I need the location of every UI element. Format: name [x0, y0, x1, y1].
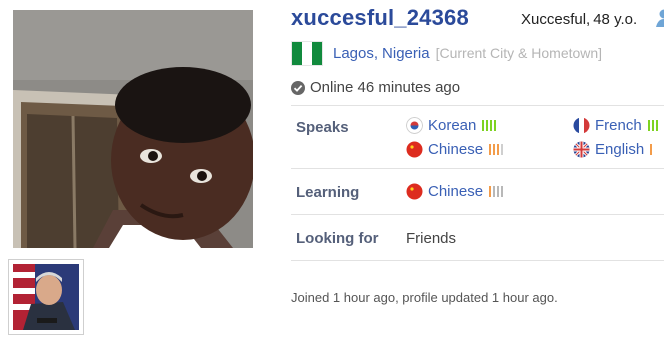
joined-text: Joined 1 hour ago, profile updated 1 hou…: [291, 290, 558, 305]
level-beginner-icon: [489, 186, 505, 197]
country-link[interactable]: Nigeria: [382, 45, 430, 62]
photo-thumbnail[interactable]: [8, 259, 84, 335]
language-item[interactable]: Chinese: [406, 183, 505, 200]
korea-flag-icon: [406, 117, 423, 134]
uk-flag-icon: [573, 141, 590, 158]
level-native-icon: [647, 120, 660, 131]
learning-label: Learning: [296, 184, 360, 201]
person-icon[interactable]: [655, 9, 664, 27]
speaks-label: Speaks: [296, 119, 349, 136]
profile-photo[interactable]: [13, 10, 253, 248]
speaks-row: Speaks Korean French Chinese English: [291, 105, 664, 169]
language-item[interactable]: French: [573, 117, 660, 134]
china-flag-icon: [406, 141, 423, 158]
level-intermediate-icon: [650, 144, 654, 155]
language-item[interactable]: Chinese: [406, 141, 505, 158]
username-heading: xuccesful_24368: [291, 5, 469, 30]
age-text: 48 y.o.: [593, 11, 638, 28]
learning-row: Learning Chinese: [291, 168, 664, 215]
language-item[interactable]: English: [573, 141, 654, 158]
display-name: Xuccesful: [521, 11, 587, 28]
level-intermediate-icon: [489, 144, 505, 155]
looking-for-row: Looking for Friends: [291, 214, 664, 261]
location-note: [Current City & Hometown]: [435, 45, 603, 61]
check-circle-icon: [291, 80, 305, 95]
name-age: Xuccesful, 48 y.o.: [521, 11, 638, 28]
france-flag-icon: [573, 117, 590, 134]
online-status: Online 46 minutes ago: [291, 79, 460, 96]
table-bottom-divider: [291, 260, 664, 261]
looking-for-label: Looking for: [296, 230, 379, 247]
city-link[interactable]: Lagos: [333, 45, 374, 62]
nigeria-flag-icon: [291, 40, 323, 66]
looking-for-value: Friends: [406, 230, 457, 247]
location-row: Lagos, Nigeria [Current City & Hometown]: [291, 40, 602, 66]
language-item[interactable]: Korean: [406, 117, 498, 134]
china-flag-icon: [406, 183, 423, 200]
level-native-icon: [482, 120, 498, 131]
